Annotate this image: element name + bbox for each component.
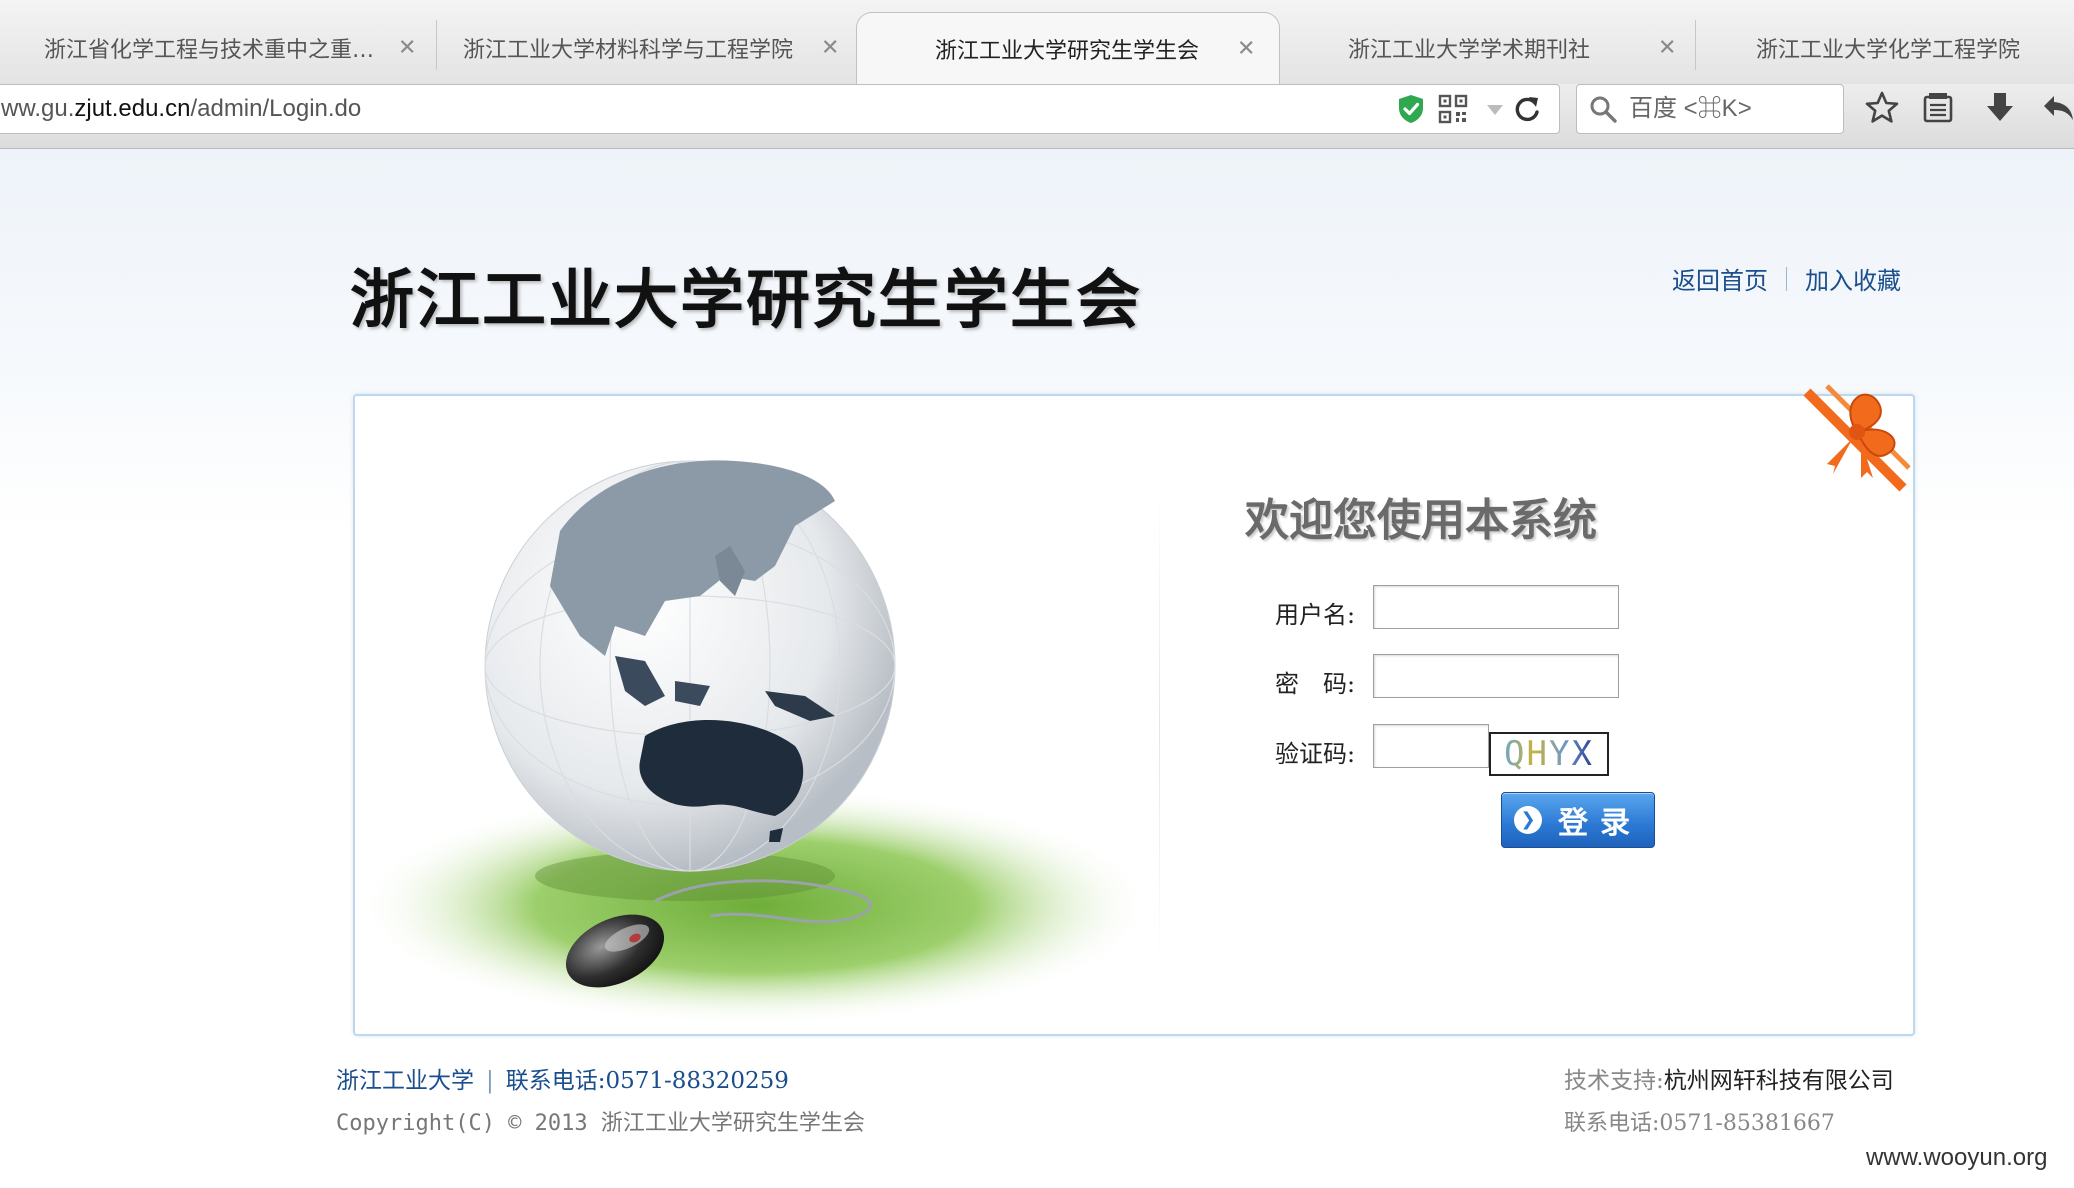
- support-label: 技术支持:: [1564, 1068, 1664, 1094]
- captcha-text: QHYX: [1504, 734, 1594, 774]
- tab-4[interactable]: 浙江工业大学学术期刊社 ✕: [1280, 12, 1694, 84]
- watermark-text: www.wooyun.org: [1866, 1144, 2048, 1171]
- login-button-label: 登录: [1558, 806, 1642, 841]
- footer-contact: 浙江工业大学 | 联系电话:0571-88320259: [336, 1061, 789, 1095]
- bookmark-link[interactable]: 加入收藏: [1805, 261, 1901, 296]
- tab-1[interactable]: 浙江省化学工程与技术重中之重… ✕: [0, 12, 436, 84]
- login-panel: 欢迎您使用本系统 用户名: 密 码: 验证码: QHYX ❯ 登录: [353, 384, 1915, 1036]
- globe-illustration: [365, 460, 1155, 1026]
- support-company: 杭州网轩科技有限公司: [1663, 1068, 1894, 1094]
- page-content: 浙江工业大学研究生学生会 返回首页 加入收藏 欢迎您使用本系统 用户名: 密 码…: [0, 149, 2074, 1188]
- tab-5[interactable]: 浙江工业大学化学工程学院: [1696, 12, 2074, 84]
- qr-code-icon[interactable]: [1437, 93, 1469, 125]
- tab-title: 浙江工业大学化学工程学院: [1756, 38, 2021, 63]
- password-input[interactable]: [1373, 654, 1619, 698]
- home-link[interactable]: 返回首页: [1672, 261, 1768, 296]
- search-icon: [1590, 96, 1617, 123]
- tab-2[interactable]: 浙江工业大学材料科学与工程学院 ✕: [437, 12, 857, 84]
- tab-title: 浙江工业大学研究生学生会: [934, 39, 1199, 64]
- url-text[interactable]: ww.gu.zjut.edu.cn/admin/Login.do: [1, 85, 361, 133]
- url-prefix: ww.gu.: [1, 95, 75, 122]
- url-path: /admin/Login.do: [190, 95, 362, 122]
- username-input[interactable]: [1373, 585, 1619, 629]
- link-divider: [1786, 266, 1787, 291]
- captcha-input[interactable]: [1373, 724, 1489, 768]
- search-placeholder: 百度 <⌘K>: [1629, 95, 1752, 122]
- reload-icon[interactable]: [1511, 93, 1543, 125]
- search-bar[interactable]: 百度 <⌘K>: [1576, 84, 1844, 134]
- login-button[interactable]: ❯ 登录: [1501, 792, 1655, 848]
- tab-title: 浙江工业大学材料科学与工程学院: [463, 38, 794, 63]
- tab-title: 浙江省化学工程与技术重中之重…: [44, 38, 375, 63]
- navigation-toolbar: ww.gu.zjut.edu.cn/admin/Login.do 百度 <⌘K>: [0, 84, 2074, 149]
- panel-divider: [1159, 486, 1160, 966]
- header-links: 返回首页 加入收藏: [1672, 261, 1901, 296]
- tab-title: 浙江工业大学学术期刊社: [1348, 38, 1591, 63]
- username-label: 用户名:: [1275, 601, 1356, 629]
- footer-divider: |: [486, 1068, 494, 1094]
- close-icon[interactable]: ✕: [1658, 36, 1676, 61]
- ribbon-bow-icon: [1803, 384, 1911, 492]
- url-host: zjut.edu.cn: [74, 95, 191, 122]
- contact-phone: 联系电话:0571-88320259: [505, 1068, 789, 1094]
- reading-list-icon[interactable]: [1920, 90, 1956, 126]
- download-icon[interactable]: [1982, 90, 2018, 126]
- tab-3-active[interactable]: 浙江工业大学研究生学生会 ✕: [856, 12, 1280, 85]
- welcome-heading: 欢迎您使用本系统: [1245, 495, 1597, 546]
- tech-support: 技术支持:杭州网轩科技有限公司: [1564, 1061, 1894, 1095]
- captcha-image[interactable]: QHYX: [1489, 732, 1609, 776]
- arrow-right-icon: ❯: [1514, 806, 1542, 834]
- shield-check-icon[interactable]: [1395, 93, 1427, 125]
- close-icon[interactable]: ✕: [398, 36, 416, 61]
- close-icon[interactable]: ✕: [821, 36, 839, 61]
- university-link[interactable]: 浙江工业大学: [336, 1068, 474, 1094]
- back-icon[interactable]: [2040, 90, 2074, 126]
- site-title: 浙江工业大学研究生学生会: [350, 264, 1142, 338]
- star-icon[interactable]: [1864, 90, 1900, 126]
- copyright-text: Copyright(C) © 2013 浙江工业大学研究生学生会: [336, 1111, 865, 1136]
- captcha-label: 验证码:: [1275, 740, 1356, 768]
- dropdown-icon[interactable]: [1479, 93, 1511, 125]
- password-label: 密 码:: [1275, 670, 1356, 698]
- address-bar[interactable]: ww.gu.zjut.edu.cn/admin/Login.do: [0, 84, 1560, 134]
- tab-strip: 浙江省化学工程与技术重中之重… ✕ 浙江工业大学材料科学与工程学院 ✕ 浙江工业…: [0, 0, 2074, 85]
- support-phone: 联系电话:0571-85381667: [1564, 1111, 1835, 1136]
- close-icon[interactable]: ✕: [1237, 37, 1255, 62]
